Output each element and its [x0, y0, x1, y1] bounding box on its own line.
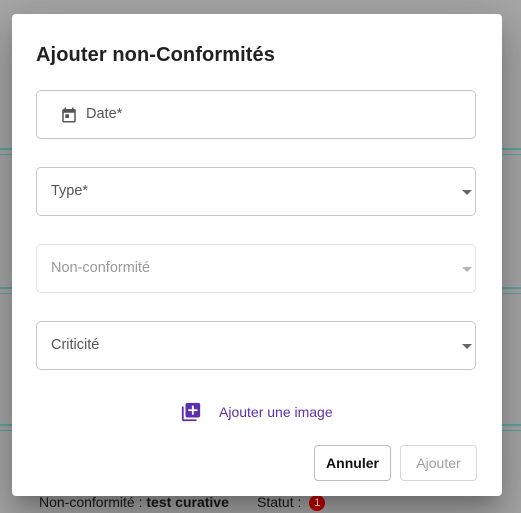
criticite-select-label: Criticité: [51, 337, 100, 353]
calendar-icon: [62, 107, 76, 123]
date-field[interactable]: Date*: [36, 90, 476, 139]
date-field-label: Date*: [86, 106, 123, 122]
status-summary: Statut : 1: [257, 494, 326, 512]
add-nonconformity-dialog: Ajouter non-Conformités Date* Type* Non-…: [12, 14, 502, 496]
criticite-select[interactable]: Criticité: [36, 321, 476, 370]
add-image-label: Ajouter une image: [219, 404, 333, 420]
add-photo-library-icon: [181, 402, 201, 422]
nonconformite-summary: Non-conformité : test curative: [39, 494, 229, 510]
nonconformite-select-label: Non-conformité: [51, 260, 151, 276]
dropdown-arrow-icon: [462, 267, 472, 272]
add-image-button[interactable]: Ajouter une image: [180, 400, 333, 424]
cancel-button[interactable]: Annuler: [314, 445, 391, 481]
nonconformite-summary-label: Non-conformité :: [39, 494, 143, 510]
dropdown-arrow-icon: [462, 190, 472, 195]
nonconformite-select: Non-conformité: [36, 244, 476, 293]
submit-button[interactable]: Ajouter: [400, 445, 477, 481]
status-label: Statut :: [257, 494, 302, 510]
nonconformite-summary-value: test curative: [146, 494, 229, 510]
type-select-label: Type*: [51, 183, 89, 199]
dialog-title: Ajouter non-Conformités: [36, 44, 275, 66]
type-select[interactable]: Type*: [36, 167, 476, 216]
status-badge: 1: [309, 495, 326, 512]
dropdown-arrow-icon: [462, 344, 472, 349]
